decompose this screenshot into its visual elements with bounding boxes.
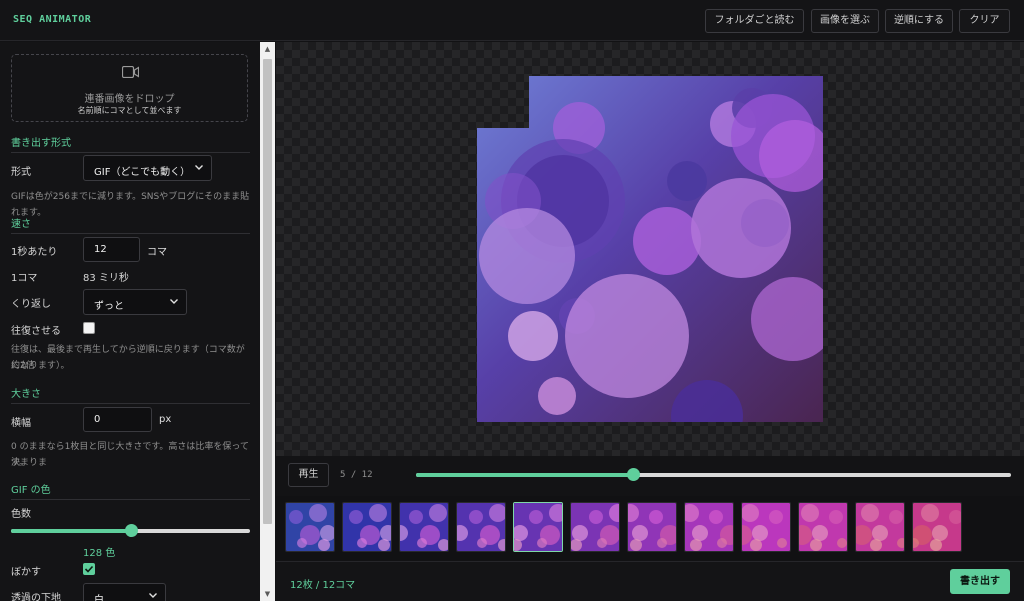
play-button[interactable]: 再生 (288, 463, 329, 487)
frame-strip (276, 496, 1024, 560)
drop-zone-subtitle: 名前順にコマとして並べます (77, 106, 182, 115)
fps-unit: コマ (147, 247, 167, 258)
timeline-slider-knob[interactable] (626, 468, 640, 481)
pingpong-help-2: になります）。 (11, 361, 70, 371)
settings-sidebar: 連番画像をドロップ 名前順にコマとして並べます 書き出す形式 形式 GIF（どこ… (0, 42, 260, 601)
drop-zone[interactable]: 連番画像をドロップ 名前順にコマとして並べます (11, 54, 248, 122)
size-help-2: す。 (11, 458, 29, 468)
colors-value: 128 色 (83, 548, 116, 559)
app-title: SEQ ANIMATOR (13, 14, 92, 25)
frame-duration-value: 83 ミリ秒 (83, 273, 129, 284)
drop-zone-title: 連番画像をドロップ (84, 94, 175, 105)
export-button[interactable]: 書き出す (950, 569, 1010, 594)
format-select-value: GIF（どこでも動く） (94, 167, 191, 178)
format-select[interactable]: GIF（どこでも動く） (83, 155, 212, 181)
section-gif-colors: GIF の色 (11, 481, 250, 500)
pingpong-label: 往復させる (11, 326, 61, 337)
dither-checkbox[interactable] (83, 563, 95, 575)
checkmark-icon (84, 565, 94, 573)
preview-frame-image (477, 76, 823, 422)
footer-bar: 12枚 / 12コマ 書き出す (276, 561, 1024, 601)
frame-thumbnail[interactable] (513, 502, 563, 552)
frame-thumbnail[interactable] (342, 502, 392, 552)
frame-thumbnail[interactable] (741, 502, 791, 552)
frame-thumbnail[interactable] (456, 502, 506, 552)
frame-thumbnail[interactable] (627, 502, 677, 552)
frame-thumbnail[interactable] (285, 502, 335, 552)
transparent-bg-select-value: 白 (94, 595, 104, 601)
scroll-up-arrow-icon[interactable]: ▲ (260, 42, 275, 56)
frame-thumbnail[interactable] (684, 502, 734, 552)
loop-select[interactable]: ずっと (83, 289, 187, 315)
top-bar: SEQ ANIMATOR フォルダごと読む 画像を選ぶ 逆順にする クリア (0, 0, 1024, 41)
frame-thumbnail[interactable] (855, 502, 905, 552)
pingpong-checkbox[interactable] (83, 322, 95, 334)
frame-thumbnail[interactable] (399, 502, 449, 552)
colors-slider[interactable] (11, 524, 250, 537)
width-input[interactable]: 0 (83, 407, 152, 432)
frame-thumbnail[interactable] (798, 502, 848, 552)
fps-label: 1秒あたり (11, 247, 58, 258)
sidebar-scrollbar[interactable]: ▲ ▼ (260, 42, 275, 601)
video-camera-icon (122, 66, 139, 78)
section-size: 大きさ (11, 385, 250, 404)
timeline-slider-fill (416, 473, 633, 477)
section-format: 書き出す形式 (11, 134, 250, 153)
frame-count-label: 12枚 / 12コマ (290, 580, 356, 591)
open-folder-button[interactable]: フォルダごと読む (705, 9, 804, 33)
clear-button[interactable]: クリア (959, 9, 1010, 33)
fps-input-value: 12 (94, 244, 107, 255)
dither-label: ぼかす (11, 567, 41, 578)
frame-thumbnail[interactable] (570, 502, 620, 552)
frame-counter: 5 / 12 (340, 470, 373, 480)
scrollbar-thumb[interactable] (263, 59, 272, 524)
transparent-bg-select[interactable]: 白 (83, 583, 166, 601)
frame-thumbnail[interactable] (912, 502, 962, 552)
colors-slider-knob[interactable] (124, 524, 138, 537)
scroll-down-arrow-icon[interactable]: ▼ (260, 587, 275, 601)
colors-label: 色数 (11, 509, 31, 520)
width-input-value: 0 (94, 414, 101, 425)
chevron-down-icon (195, 165, 203, 170)
timeline-slider[interactable] (416, 468, 1011, 481)
format-label: 形式 (11, 167, 31, 178)
player-bar: 再生 5 / 12 (276, 456, 1024, 496)
choose-images-button[interactable]: 画像を選ぶ (811, 9, 879, 33)
chevron-down-icon (170, 299, 178, 304)
width-unit: px (159, 414, 172, 425)
colors-slider-fill (11, 529, 131, 533)
preview-canvas-area (276, 42, 1024, 456)
loop-select-value: ずっと (94, 301, 124, 312)
section-speed: 速さ (11, 215, 250, 234)
reverse-button[interactable]: 逆順にする (885, 9, 953, 33)
width-label: 横幅 (11, 418, 31, 429)
frame-duration-label: 1コマ (11, 273, 38, 284)
fps-input[interactable]: 12 (83, 237, 140, 262)
chevron-down-icon (149, 593, 157, 598)
loop-label: くり返し (11, 299, 51, 310)
transparent-bg-label: 透過の下地 (11, 593, 61, 601)
